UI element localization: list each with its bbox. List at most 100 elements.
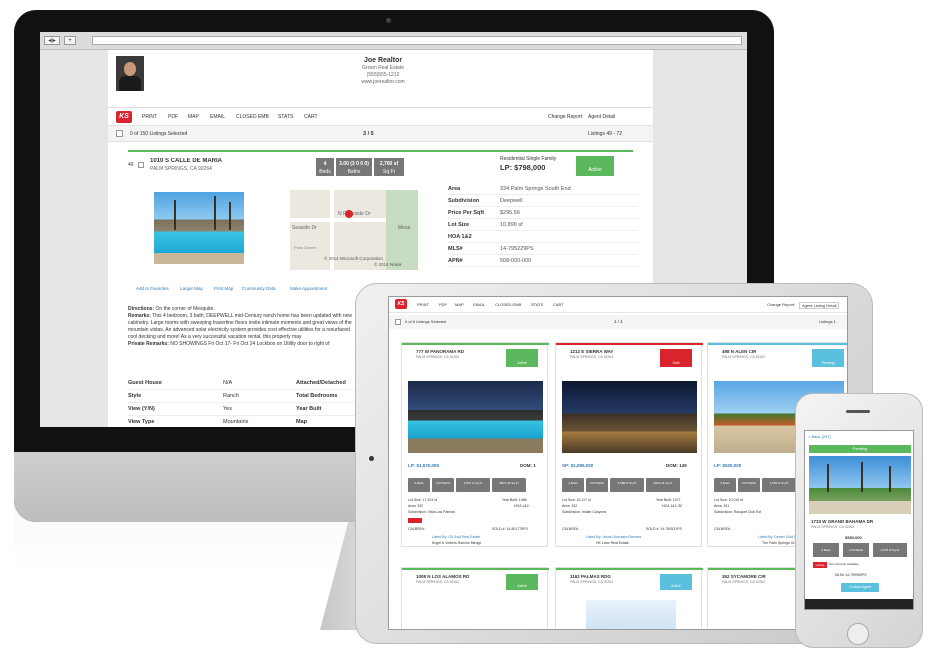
brand-logo[interactable]: KS <box>395 299 407 309</box>
stats-button[interactable]: STATS <box>278 114 293 121</box>
field-row: Price Per Sqft $295.56 <box>448 208 638 219</box>
back-forward-button[interactable]: ◂|▸ <box>44 36 60 45</box>
pdf-button[interactable]: PDF <box>168 114 178 121</box>
listing-address[interactable]: 1010 S CALLE DE MARIA <box>150 158 222 166</box>
status-active-button[interactable]: Active <box>506 349 538 367</box>
agent-phone: (555)555-1212 <box>366 72 400 78</box>
status-bar-active <box>128 150 633 152</box>
closed-emb-button[interactable]: CLOSED EMB <box>236 114 269 121</box>
listed-by[interactable]: Listed By: Jesus Gonzalez-Ramirez <box>586 535 641 540</box>
phone-screen: < Back (297) Pending 1733 W GRAND BAHAMA… <box>804 430 914 610</box>
listing-address[interactable]: 1162 PALMAS RDG <box>570 574 611 580</box>
status-pending-button[interactable]: Pending <box>812 349 844 367</box>
listing-card[interactable]: 1008 N LOS ALAMOS RD PALM SPRINGS, CA 92… <box>401 567 549 629</box>
change-report-label: Change Report: <box>548 114 584 120</box>
cart-button[interactable]: CART <box>304 114 318 121</box>
stat-box: 2.00 Baths <box>738 478 760 492</box>
beds-stat: 4 Beds <box>316 158 334 176</box>
area: Area: 332 <box>408 504 424 508</box>
selected-count: 0 of 150 Listings Selected <box>130 131 188 137</box>
calbre: CALBRE#: <box>714 527 731 531</box>
pager[interactable]: 1 / 1 <box>614 319 623 325</box>
listing-card[interactable]: 777 W PANORAMA RD PALM SPRINGS, CA 92262… <box>401 342 549 547</box>
listing-address[interactable]: 1212 E SIERRA WAY <box>570 349 613 355</box>
status-active-button[interactable]: Active <box>506 574 538 590</box>
listed-by[interactable]: Listed By: Gil Gold Real Estate <box>432 535 480 540</box>
print-map-link[interactable]: Print Map <box>214 286 233 292</box>
area: Area: 332 <box>562 504 578 508</box>
tablet-toolbar: KS PRINT PDF MAP EMAIL CLOSED EMB STATS … <box>389 297 847 313</box>
pdf-button[interactable]: PDF <box>439 302 447 307</box>
email-button[interactable]: EMAIL <box>210 114 225 121</box>
status-button[interactable]: Active <box>660 574 692 590</box>
listing-address[interactable]: 352 SYCAMORE CIR <box>722 574 766 580</box>
email-button[interactable]: EMAIL <box>473 302 485 307</box>
map-button[interactable]: MAP <box>455 302 464 307</box>
listing-address[interactable]: 1733 W GRAND BAHAMA DR <box>811 519 873 525</box>
listing-map[interactable]: N Riverside Dr Seaside Dr Mesa Palm Dese… <box>290 190 418 270</box>
new-tab-button[interactable]: + <box>64 36 76 45</box>
report-select[interactable]: Agent Listing Detail <box>799 302 840 310</box>
select-all-checkbox[interactable] <box>395 319 401 325</box>
address-bar[interactable] <box>92 36 742 45</box>
list-price: LP: $525,000 <box>714 463 742 468</box>
contact-agent-button[interactable]: Contact Agent <box>841 583 879 592</box>
sold-number: SOLD #: 14-801775PS <box>492 527 528 531</box>
webcam-icon <box>386 18 391 23</box>
subdivision: Subdivision: Racquet Club Est <box>714 510 762 514</box>
report-select[interactable]: Agent Detail <box>588 114 615 121</box>
property-type: Residential Single Family <box>500 156 557 162</box>
pager[interactable]: 3 / 5 <box>363 131 374 138</box>
field-row: HOA 1&2 <box>448 232 638 243</box>
year-built: Year Built: 1977 <box>656 498 681 502</box>
field-row: Area 334 Palm Springs South End <box>448 184 638 195</box>
field-row: Subdivision Deepwell <box>448 196 638 207</box>
mls-number: MLS# 14-799989PS <box>835 573 867 577</box>
listing-photo[interactable] <box>154 192 244 264</box>
field-row: MLS# 14-795229PS <box>448 244 638 255</box>
listing-checkbox[interactable] <box>138 162 144 168</box>
calbre: CALBRE#: <box>562 527 579 531</box>
brand-logo[interactable]: KS <box>116 111 132 123</box>
listing-photo[interactable] <box>562 381 697 453</box>
listing-card[interactable]: 1162 PALMAS RDG PALM SPRINGS, CA 92262 A… <box>555 567 703 629</box>
print-button[interactable]: PRINT <box>417 302 429 307</box>
listing-city: PALM SPRINGS, CA 92262 <box>722 355 766 359</box>
listing-photo[interactable] <box>408 381 543 453</box>
tablet-camera-icon <box>369 456 374 461</box>
baths-stat: 3.00 (3 0 0 0) Baths <box>336 158 372 176</box>
calbre: CALBRE#: <box>408 527 425 531</box>
phone-footer <box>805 599 913 609</box>
status-active-button[interactable]: Active <box>576 156 614 176</box>
add-favorites-link[interactable]: Add to Favorites <box>136 286 169 292</box>
change-report-label: Change Report: <box>767 302 796 307</box>
selection-bar: 0 of 150 Listings Selected 3 / 5 Listing… <box>108 126 653 142</box>
appointment-link[interactable]: Make Appointment <box>290 286 327 292</box>
agent-website[interactable]: www.joerealtor.com <box>338 79 428 86</box>
stats-button[interactable]: STATS <box>531 302 543 307</box>
listing-city: PALM SPRINGS, CA 92262 <box>722 580 766 584</box>
select-all-checkbox[interactable] <box>116 130 123 137</box>
status-sold-button[interactable]: Sold <box>660 349 692 367</box>
larger-map-link[interactable]: Larger Map <box>180 286 203 292</box>
avatar <box>116 56 144 91</box>
stat-box: 1,575 sf Sq Ft <box>873 543 907 557</box>
closed-emb-button[interactable]: CLOSED EMB <box>495 302 521 307</box>
listing-card[interactable]: 1212 E SIERRA WAY PALM SPRINGS, CA 92264… <box>555 342 703 547</box>
subdivision: Subdivision: Vista Las Palmas <box>408 510 455 514</box>
map-street-label: N Riverside Dr <box>338 211 371 217</box>
listing-address[interactable]: 1008 N LOS ALAMOS RD <box>416 574 469 580</box>
home-button[interactable] <box>847 623 869 645</box>
map-button[interactable]: MAP <box>188 114 199 121</box>
map-area-label: Palm Desert <box>294 245 317 250</box>
print-button[interactable]: PRINT <box>142 114 157 121</box>
back-link[interactable]: < Back (297) <box>808 434 831 439</box>
listing-photo[interactable] <box>809 456 911 514</box>
community-data-link[interactable]: Community Data <box>242 286 276 292</box>
listing-address[interactable]: 777 W PANORAMA RD <box>416 349 464 355</box>
cart-button[interactable]: CART <box>553 302 564 307</box>
browser-toolbar: ◂|▸ + <box>40 32 747 50</box>
listing-address[interactable]: 498 N ALEN CIR <box>722 349 756 355</box>
listing-photo[interactable] <box>586 600 676 629</box>
agent-header: Joe Realtor Grown Real Estate (555)555-1… <box>108 50 653 108</box>
